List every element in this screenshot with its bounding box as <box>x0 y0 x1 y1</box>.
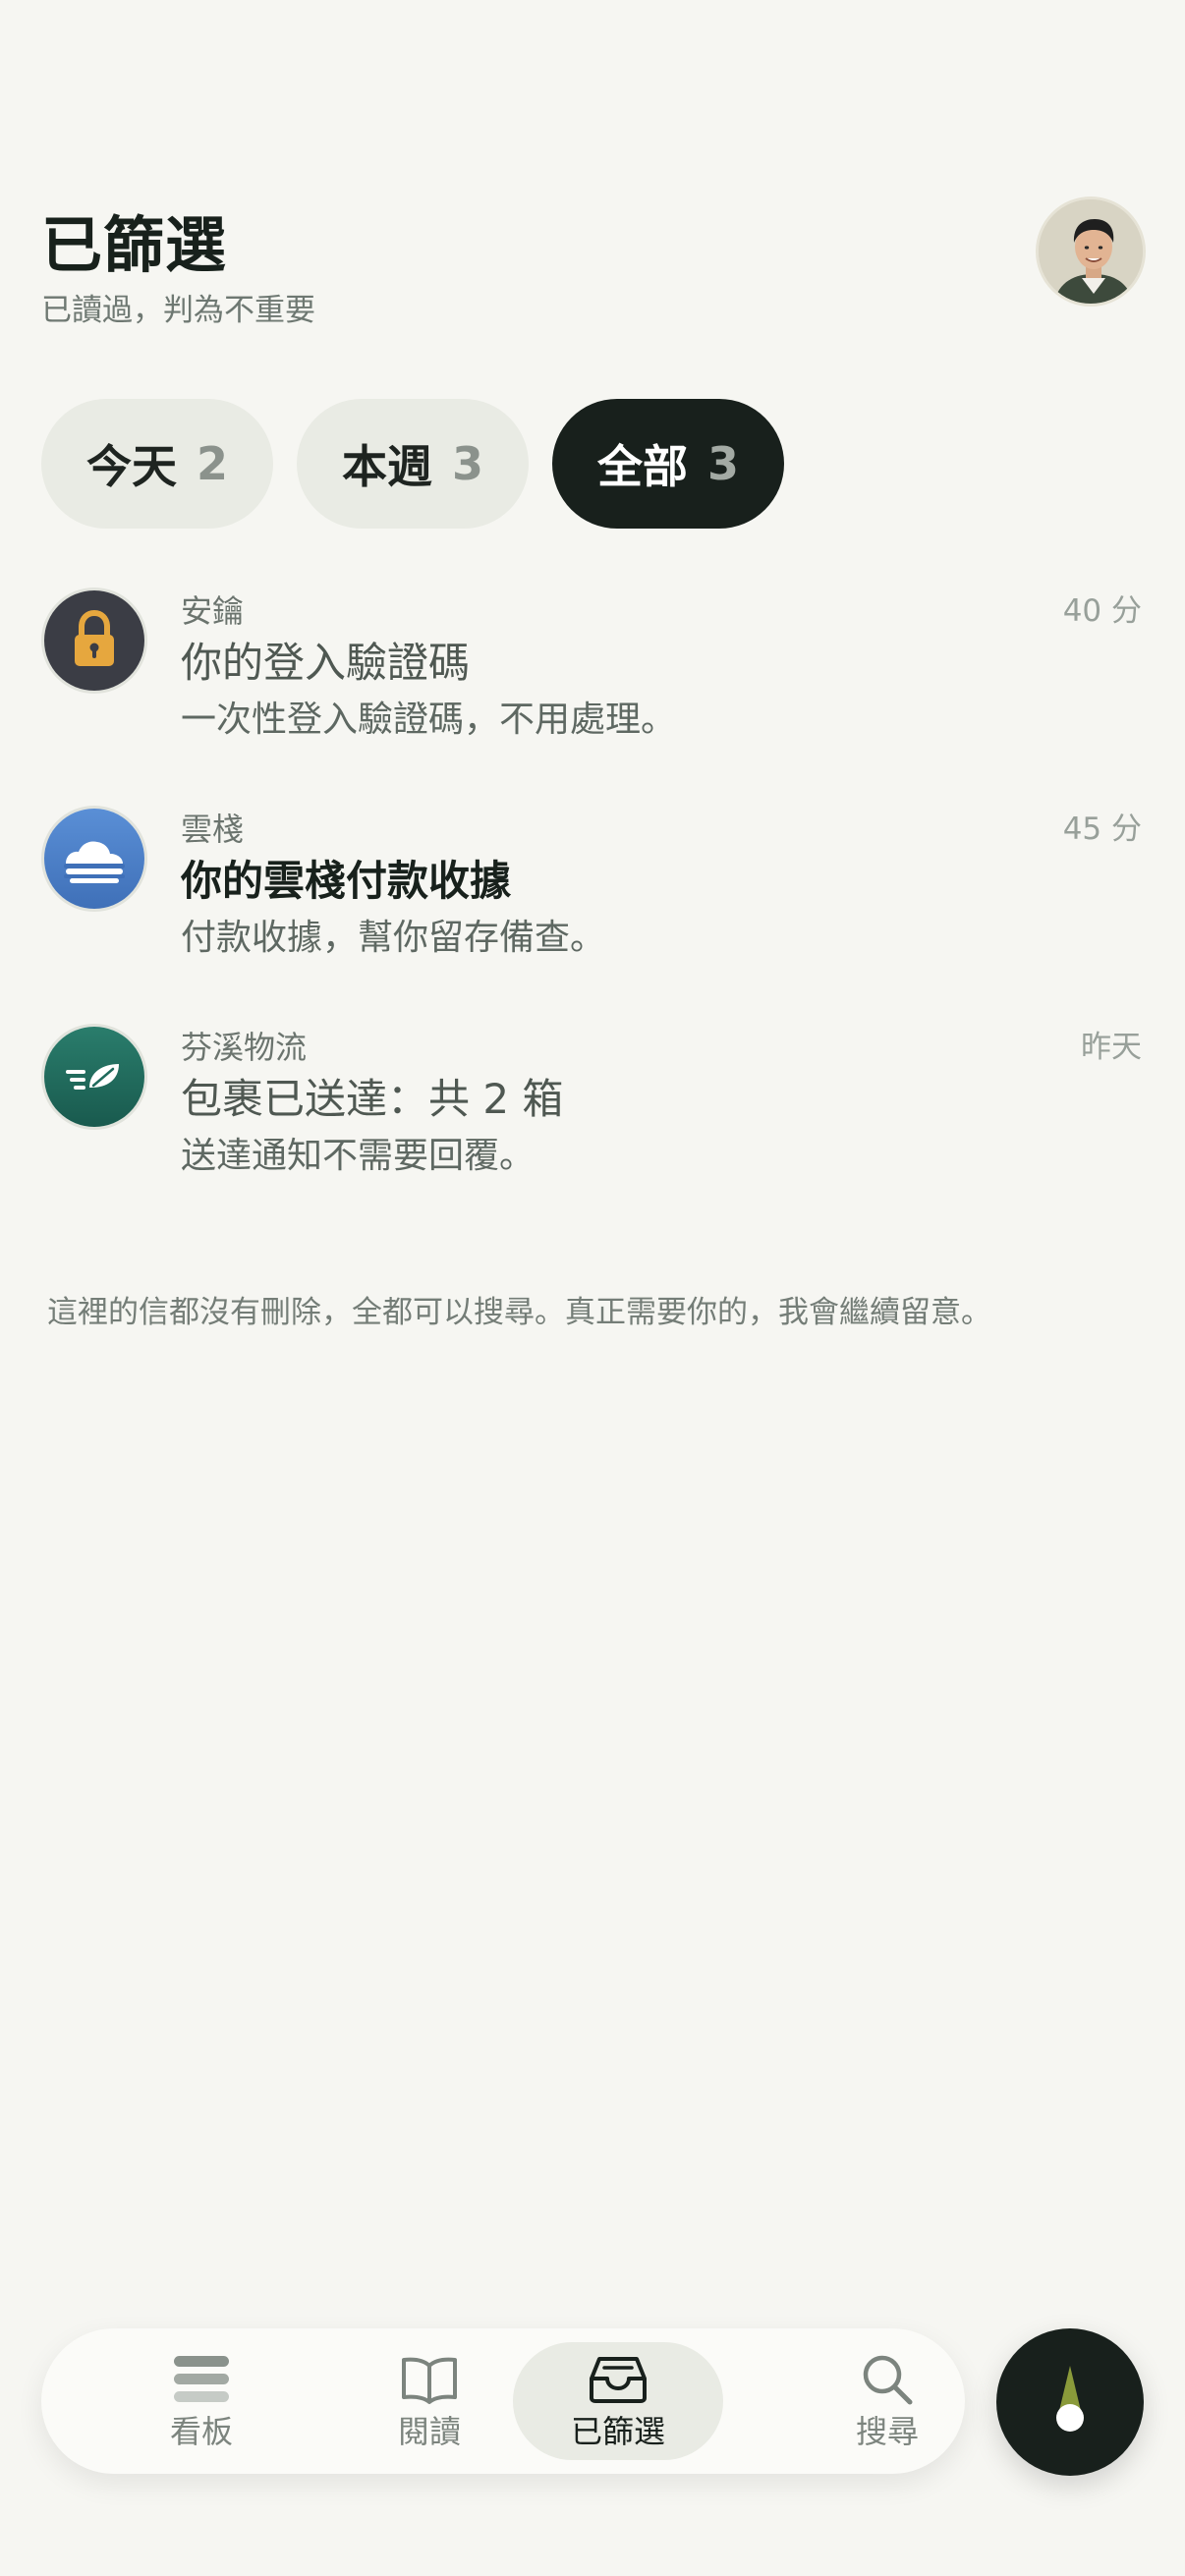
mail-time: 45 分 <box>1062 812 1142 847</box>
cloud-icon <box>41 806 147 912</box>
mail-subject: 你的雲棧付款收據 <box>181 857 512 905</box>
inbox-tray-icon <box>588 2351 649 2408</box>
mail-subject: 你的登入驗證碼 <box>181 639 471 687</box>
mail-sender: 芬溪物流 <box>181 1029 308 1066</box>
tab-search[interactable]: 搜尋 <box>782 2342 992 2460</box>
filter-today[interactable]: 今天 2 <box>41 399 273 529</box>
mail-preview: 一次性登入驗證碼，不用處理。 <box>181 700 677 740</box>
filter-all[interactable]: 全部 3 <box>552 399 784 529</box>
filter-week-count: 3 <box>451 437 483 490</box>
bottom-tab-bar: 看板 閱讀 已篩選 搜尋 <box>41 2328 965 2474</box>
mail-sender: 雲棧 <box>181 811 245 848</box>
avatar-image <box>1039 199 1143 304</box>
lock-icon <box>41 588 147 694</box>
filter-week-label: 本週 <box>341 440 432 493</box>
tab-search-label: 搜尋 <box>855 2413 919 2450</box>
compass-button[interactable] <box>996 2328 1144 2476</box>
page-subtitle: 已讀過，判為不重要 <box>41 293 315 328</box>
search-icon <box>860 2351 915 2408</box>
mail-subject: 包裹已送達：共 2 箱 <box>181 1075 564 1123</box>
book-icon <box>400 2351 459 2408</box>
mail-time: 昨天 <box>1081 1030 1142 1065</box>
filter-all-label: 全部 <box>596 440 688 493</box>
filter-today-label: 今天 <box>85 440 177 493</box>
tab-screened-label: 已篩選 <box>570 2413 665 2450</box>
footer-note: 這裡的信都沒有刪除，全都可以搜尋。真正需要你的，我會繼續留意。 <box>47 1295 991 1330</box>
page-header: 已篩選 已讀過，判為不重要 <box>41 210 315 330</box>
mail-item[interactable]: 雲棧 45 分 你的雲棧付款收據 付款收據，幫你留存備查。 <box>0 802 1185 1020</box>
board-icon <box>172 2351 231 2408</box>
compass-icon <box>1056 2366 1084 2432</box>
filter-pills: 今天 2 本週 3 全部 3 <box>41 399 784 529</box>
mail-sender: 安鑰 <box>181 592 245 630</box>
tab-board-label: 看板 <box>169 2413 233 2450</box>
mail-preview: 送達通知不需要回覆。 <box>181 1136 536 1176</box>
mail-list: 安鑰 40 分 你的登入驗證碼 一次性登入驗證碼，不用處理。 雲棧 45 分 你… <box>0 584 1185 1238</box>
mail-item[interactable]: 芬溪物流 昨天 包裹已送達：共 2 箱 送達通知不需要回覆。 <box>0 1020 1185 1238</box>
filter-week[interactable]: 本週 3 <box>297 399 529 529</box>
tab-board[interactable]: 看板 <box>96 2342 307 2460</box>
mail-preview: 付款收據，幫你留存備查。 <box>181 918 606 958</box>
avatar[interactable] <box>1036 196 1146 307</box>
page-title: 已篩選 <box>41 209 228 281</box>
tab-screened[interactable]: 已篩選 <box>513 2342 723 2460</box>
mail-time: 40 分 <box>1062 593 1142 629</box>
mail-item[interactable]: 安鑰 40 分 你的登入驗證碼 一次性登入驗證碼，不用處理。 <box>0 584 1185 802</box>
filter-today-count: 2 <box>196 437 228 490</box>
tab-read-label: 閱讀 <box>397 2413 461 2450</box>
filter-all-count: 3 <box>706 437 739 490</box>
leaf-delivery-icon <box>41 1024 147 1130</box>
tab-read[interactable]: 閱讀 <box>324 2342 535 2460</box>
